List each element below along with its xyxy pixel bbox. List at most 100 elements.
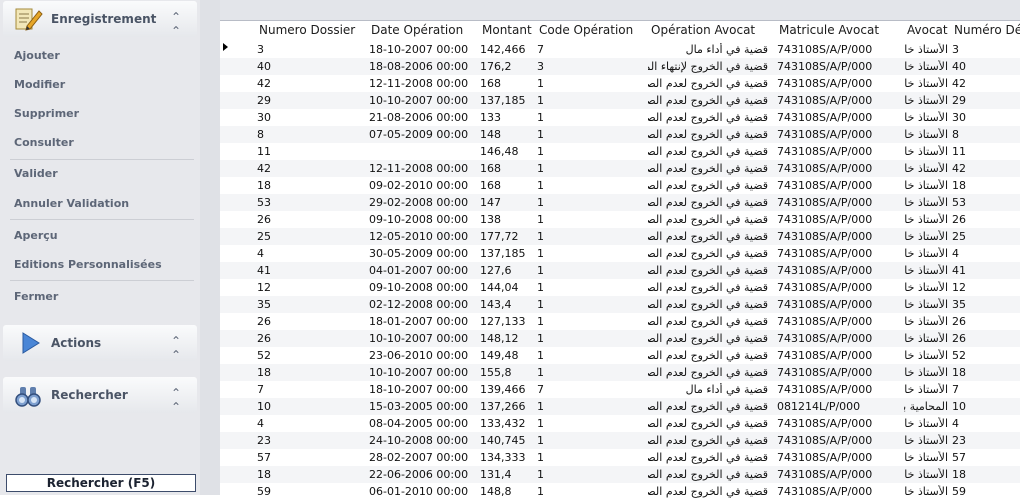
table-row[interactable]: 57 28-02-2007 00:00 134,333 1 قضية في الخروج… bbox=[220, 449, 1020, 466]
table-row[interactable]: 25 12-05-2010 00:00 177,72 1 قضية في الخروج … bbox=[220, 228, 1020, 245]
cell-matricule-avocat[interactable]: 743108S/A/P/000 bbox=[777, 298, 899, 311]
cell-code-operation[interactable]: 1 bbox=[537, 162, 637, 175]
cell-montant[interactable]: 148,8 bbox=[480, 485, 536, 498]
cell-date-operation[interactable]: 30-05-2009 00:00 bbox=[369, 247, 477, 260]
cell-numero-de[interactable]: 18 bbox=[952, 179, 1020, 192]
cell-avocat[interactable]: الأستاذ خا bbox=[904, 349, 948, 362]
cell-date-operation[interactable]: 18-01-2007 00:00 bbox=[369, 315, 477, 328]
cell-date-operation[interactable]: 09-10-2008 00:00 bbox=[369, 213, 477, 226]
column-header-matricule-avocat[interactable]: Matricule Avocat bbox=[779, 23, 901, 37]
table-row[interactable]: 52 23-06-2010 00:00 149,48 1 قضية في الخروج … bbox=[220, 347, 1020, 364]
cell-numero-dossier[interactable]: 11 bbox=[257, 145, 357, 158]
cell-operation-avocat[interactable]: قضية في أداء مال bbox=[648, 383, 768, 396]
panel-splitter[interactable] bbox=[200, 0, 220, 495]
table-row[interactable]: 18 09-02-2010 00:00 168 1 قضية في الخروج لعد… bbox=[220, 177, 1020, 194]
cell-avocat[interactable]: الأستاذ خا bbox=[904, 417, 948, 430]
cell-montant[interactable]: 168 bbox=[480, 179, 536, 192]
menu-fermer[interactable]: Fermer bbox=[14, 290, 58, 303]
cell-operation-avocat[interactable]: قضية في الخروج لعدم الصفة bbox=[648, 196, 768, 209]
cell-code-operation[interactable]: 1 bbox=[537, 247, 637, 260]
cell-date-operation[interactable]: 02-12-2008 00:00 bbox=[369, 298, 477, 311]
cell-montant[interactable]: 146,48 bbox=[480, 145, 536, 158]
cell-numero-dossier[interactable]: 42 bbox=[257, 77, 357, 90]
cell-code-operation[interactable]: 1 bbox=[537, 230, 637, 243]
cell-matricule-avocat[interactable]: 743108S/A/P/000 bbox=[777, 468, 899, 481]
cell-montant[interactable]: 133 bbox=[480, 111, 536, 124]
cell-numero-de[interactable]: 10 bbox=[952, 400, 1020, 413]
cell-numero-dossier[interactable]: 26 bbox=[257, 315, 357, 328]
cell-matricule-avocat[interactable]: 743108S/A/P/000 bbox=[777, 451, 899, 464]
cell-code-operation[interactable]: 1 bbox=[537, 264, 637, 277]
cell-code-operation[interactable]: 1 bbox=[537, 417, 637, 430]
cell-date-operation[interactable]: 12-11-2008 00:00 bbox=[369, 162, 477, 175]
cell-numero-de[interactable]: 52 bbox=[952, 349, 1020, 362]
column-header-operation-avocat[interactable]: Opération Avocat bbox=[651, 23, 771, 37]
cell-numero-dossier[interactable]: 42 bbox=[257, 162, 357, 175]
cell-numero-de[interactable]: 35 bbox=[952, 298, 1020, 311]
cell-montant[interactable]: 147 bbox=[480, 196, 536, 209]
cell-date-operation[interactable]: 06-01-2010 00:00 bbox=[369, 485, 477, 498]
collapse-chevron-icon[interactable]: ⌃ ⌃ bbox=[171, 386, 181, 414]
cell-avocat[interactable]: الأستاذ خا bbox=[904, 383, 948, 396]
cell-numero-de[interactable]: 18 bbox=[952, 366, 1020, 379]
cell-matricule-avocat[interactable]: 081214L/P/000 bbox=[777, 400, 899, 413]
column-header-date-operation[interactable]: Date Opération bbox=[371, 23, 479, 37]
table-row[interactable]: 4 08-04-2005 00:00 133,432 1 قضية في الخروج … bbox=[220, 415, 1020, 432]
cell-matricule-avocat[interactable]: 743108S/A/P/000 bbox=[777, 434, 899, 447]
cell-date-operation[interactable]: 24-10-2008 00:00 bbox=[369, 434, 477, 447]
table-row[interactable]: 35 02-12-2008 00:00 143,4 1 قضية في الخروج ل… bbox=[220, 296, 1020, 313]
collapse-chevron-icon[interactable]: ⌃ ⌃ bbox=[171, 10, 181, 38]
cell-numero-de[interactable]: 30 bbox=[952, 111, 1020, 124]
cell-date-operation[interactable]: 18-10-2007 00:00 bbox=[369, 43, 477, 56]
cell-matricule-avocat[interactable]: 743108S/A/P/000 bbox=[777, 383, 899, 396]
cell-matricule-avocat[interactable]: 743108S/A/P/000 bbox=[777, 332, 899, 345]
cell-code-operation[interactable]: 1 bbox=[537, 111, 637, 124]
cell-operation-avocat[interactable]: قضية في أداء مال bbox=[648, 43, 768, 56]
menu-valider[interactable]: Valider bbox=[14, 167, 58, 180]
menu-apercu[interactable]: Aperçu bbox=[14, 229, 58, 242]
cell-numero-de[interactable]: 11 bbox=[952, 145, 1020, 158]
cell-montant[interactable]: 127,133 bbox=[480, 315, 536, 328]
cell-montant[interactable]: 127,6 bbox=[480, 264, 536, 277]
cell-matricule-avocat[interactable]: 743108S/A/P/000 bbox=[777, 213, 899, 226]
cell-operation-avocat[interactable]: قضية في الخروج لعدم الصفة bbox=[648, 366, 768, 379]
table-row[interactable]: 23 24-10-2008 00:00 140,745 1 قضية في الخروج… bbox=[220, 432, 1020, 449]
cell-avocat[interactable]: الأستاذ خا bbox=[904, 128, 948, 141]
cell-numero-de[interactable]: 26 bbox=[952, 315, 1020, 328]
cell-montant[interactable]: 134,333 bbox=[480, 451, 536, 464]
cell-code-operation[interactable]: 1 bbox=[537, 451, 637, 464]
menu-annuler-validation[interactable]: Annuler Validation bbox=[14, 197, 129, 210]
cell-numero-dossier[interactable]: 18 bbox=[257, 468, 357, 481]
collapse-chevron-icon[interactable]: ⌃ ⌃ bbox=[171, 334, 181, 362]
cell-numero-de[interactable]: 12 bbox=[952, 281, 1020, 294]
table-row[interactable]: 42 12-11-2008 00:00 168 1 قضية في الخروج لعد… bbox=[220, 75, 1020, 92]
cell-numero-dossier[interactable]: 23 bbox=[257, 434, 357, 447]
cell-avocat[interactable]: الأستاذ خا bbox=[904, 332, 948, 345]
table-row[interactable]: 4 30-05-2009 00:00 137,185 1 قضية في الخروج … bbox=[220, 245, 1020, 262]
cell-montant[interactable]: 168 bbox=[480, 77, 536, 90]
cell-matricule-avocat[interactable]: 743108S/A/P/000 bbox=[777, 128, 899, 141]
cell-date-operation[interactable]: 22-06-2006 00:00 bbox=[369, 468, 477, 481]
cell-date-operation[interactable]: 29-02-2008 00:00 bbox=[369, 196, 477, 209]
cell-numero-de[interactable]: 29 bbox=[952, 94, 1020, 107]
cell-numero-dossier[interactable]: 35 bbox=[257, 298, 357, 311]
cell-operation-avocat[interactable]: قضية في الخروج لعدم الصفة bbox=[648, 451, 768, 464]
cell-avocat[interactable]: الأستاذ خا bbox=[904, 230, 948, 243]
cell-date-operation[interactable]: 12-05-2010 00:00 bbox=[369, 230, 477, 243]
cell-numero-de[interactable]: 25 bbox=[952, 230, 1020, 243]
cell-matricule-avocat[interactable]: 743108S/A/P/000 bbox=[777, 366, 899, 379]
table-row[interactable]: 3 18-10-2007 00:00 142,466 7 قضية في أداء ما… bbox=[220, 41, 1020, 58]
cell-operation-avocat[interactable]: قضية في الخروج لإنتهاء المدة bbox=[648, 60, 768, 73]
cell-montant[interactable]: 139,466 bbox=[480, 383, 536, 396]
cell-montant[interactable]: 138 bbox=[480, 213, 536, 226]
cell-code-operation[interactable]: 1 bbox=[537, 298, 637, 311]
table-row[interactable]: 41 04-01-2007 00:00 127,6 1 قضية في الخروج ل… bbox=[220, 262, 1020, 279]
table-row[interactable]: 10 15-03-2005 00:00 137,266 1 قضية في الخروج… bbox=[220, 398, 1020, 415]
table-row[interactable]: 18 10-10-2007 00:00 155,8 1 قضية في الخروج ل… bbox=[220, 364, 1020, 381]
cell-avocat[interactable]: الأستاذ خا bbox=[904, 298, 948, 311]
cell-avocat[interactable]: الأستاذ خا bbox=[904, 451, 948, 464]
cell-numero-dossier[interactable]: 57 bbox=[257, 451, 357, 464]
cell-operation-avocat[interactable]: قضية في الخروج لعدم الصفة bbox=[648, 349, 768, 362]
cell-numero-dossier[interactable]: 18 bbox=[257, 179, 357, 192]
cell-matricule-avocat[interactable]: 743108S/A/P/000 bbox=[777, 111, 899, 124]
